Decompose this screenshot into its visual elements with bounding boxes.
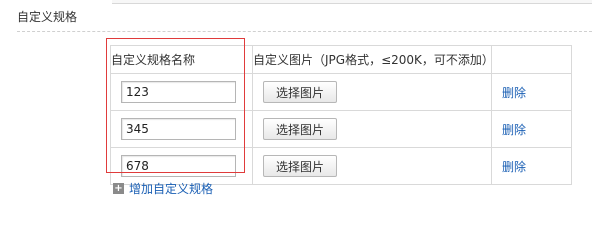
spec-name-input[interactable] xyxy=(121,81,236,103)
spec-name-cell xyxy=(110,147,253,185)
image-cell: 选择图片 xyxy=(252,73,492,111)
section-divider xyxy=(17,31,592,32)
image-cell: 选择图片 xyxy=(252,110,492,148)
choose-image-button[interactable]: 选择图片 xyxy=(263,155,338,177)
table-row: 选择图片 删除 xyxy=(110,147,572,185)
delete-link[interactable]: 删除 xyxy=(502,123,526,137)
image-cell: 选择图片 xyxy=(252,147,492,185)
spec-name-cell xyxy=(110,73,253,111)
table-header-row: 自定义规格名称 自定义图片（JPG格式，≤200K，可不添加） xyxy=(110,45,572,74)
header-spec-name: 自定义规格名称 xyxy=(110,45,253,74)
spec-table: 自定义规格名称 自定义图片（JPG格式，≤200K，可不添加） 选择图片 删除 … xyxy=(110,45,572,185)
table-row: 选择图片 删除 xyxy=(110,73,572,111)
add-custom-spec-link[interactable]: 增加自定义规格 xyxy=(129,180,213,197)
header-custom-image: 自定义图片（JPG格式，≤200K，可不添加） xyxy=(252,45,494,74)
spec-name-input[interactable] xyxy=(121,118,236,140)
table-row: 选择图片 删除 xyxy=(110,110,572,148)
choose-image-button[interactable]: 选择图片 xyxy=(263,81,338,103)
action-cell: 删除 xyxy=(491,110,572,148)
delete-link[interactable]: 删除 xyxy=(502,86,526,100)
header-action xyxy=(491,45,572,74)
spec-name-input[interactable] xyxy=(121,155,236,177)
action-cell: 删除 xyxy=(491,147,572,185)
choose-image-button[interactable]: 选择图片 xyxy=(263,118,338,140)
action-cell: 删除 xyxy=(491,73,572,111)
plus-icon: + xyxy=(113,183,124,194)
delete-link[interactable]: 删除 xyxy=(502,160,526,174)
add-custom-spec[interactable]: + 增加自定义规格 xyxy=(113,180,213,197)
top-border xyxy=(112,0,592,4)
spec-name-cell xyxy=(110,110,253,148)
section-title: 自定义规格 xyxy=(17,10,78,24)
